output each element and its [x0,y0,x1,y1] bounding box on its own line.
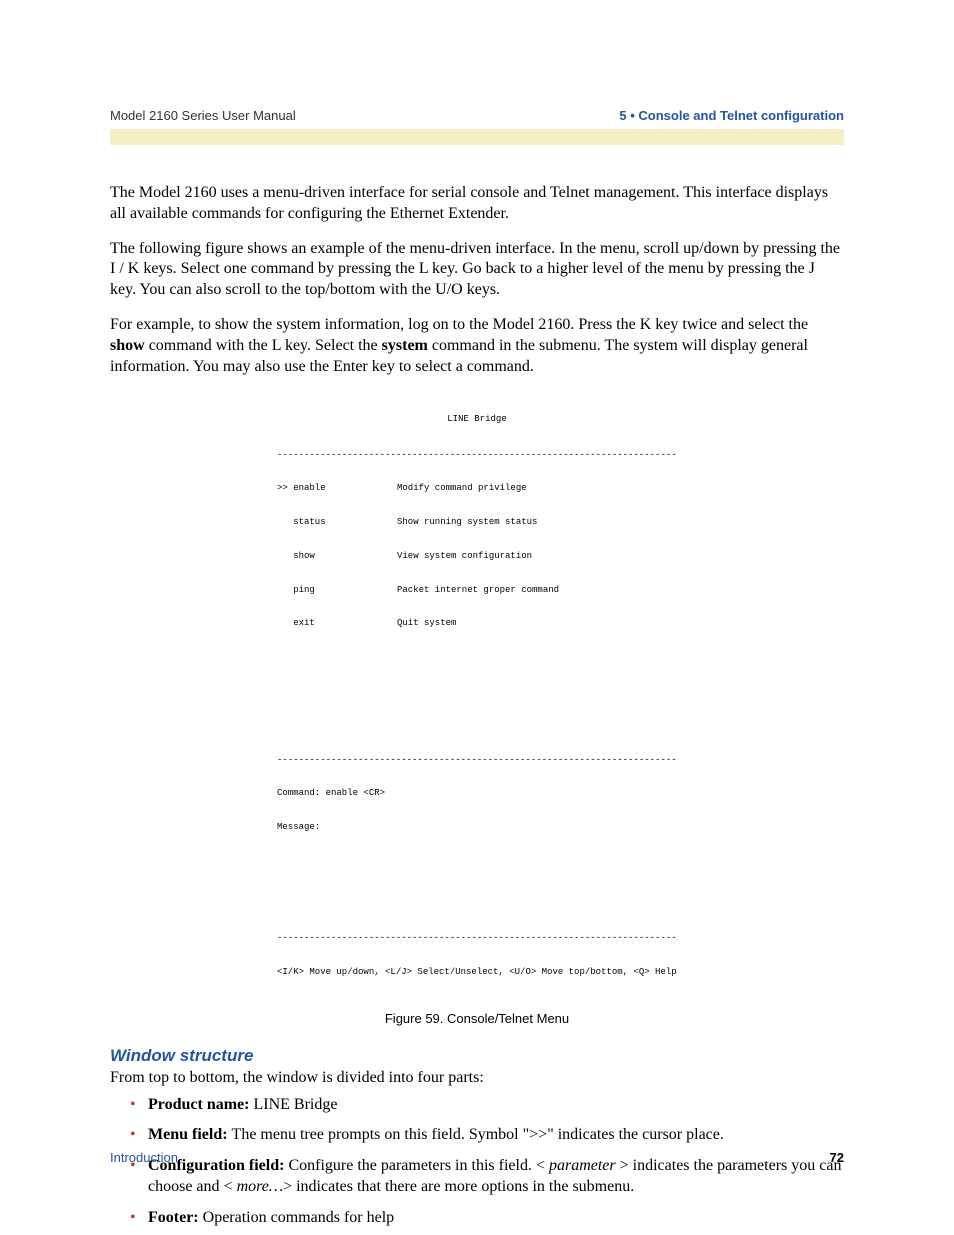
console-row-2: show View system configuration [277,551,677,562]
section-intro: From top to bottom, the window is divide… [110,1068,844,1089]
p3-system-bold: system [382,337,428,354]
console-dash-mid: ----------------------------------------… [277,755,677,766]
footer-left: Introduction [110,1150,178,1165]
console-row-1: status Show running system status [277,517,677,528]
bullet-value: LINE Bridge [253,1096,337,1113]
footer-page-number: 72 [830,1150,844,1165]
bullet-value: The menu tree prompts on this field. Sym… [232,1126,724,1143]
p3-show-bold: show [110,337,145,354]
console-row-left: show [277,551,397,562]
console-row-left: status [277,517,397,528]
console-spacer-2 [277,856,677,911]
console-box: LINE Bridge ----------------------------… [277,391,677,1001]
bullet-more: more… [237,1178,284,1195]
console-footer-help: <I/K> Move up/down, <L/J> Select/Unselec… [277,967,677,978]
bullet-product-name: Product name: LINE Bridge [130,1095,844,1116]
console-spacer-1 [277,652,677,732]
console-row-right: View system configuration [397,551,677,562]
bullet-value: Operation commands for help [203,1209,395,1226]
console-row-3: ping Packet internet groper command [277,585,677,596]
bullet-text-c: > indicates that there are more options … [283,1178,634,1195]
console-row-left: exit [277,618,397,629]
bullet-label: Menu field: [148,1126,232,1143]
p3-text-a: For example, to show the system informat… [110,316,808,333]
console-figure: LINE Bridge ----------------------------… [110,391,844,1026]
console-row-right: Show running system status [397,517,677,528]
page: Model 2160 Series User Manual 5 • Consol… [0,0,954,1235]
console-row-left: >> enable [277,483,397,494]
figure-caption: Figure 59. Console/Telnet Menu [110,1011,844,1026]
bullet-label: Footer: [148,1209,203,1226]
p3-text-c: command with the L key. Select the [145,337,382,354]
console-title: LINE Bridge [277,414,677,425]
bullet-menu-field: Menu field: The menu tree prompts on thi… [130,1125,844,1146]
paragraph-2: The following figure shows an example of… [110,239,844,301]
console-message-line: Message: [277,822,677,833]
console-row-left: ping [277,585,397,596]
console-command-line: Command: enable <CR> [277,788,677,799]
console-dash-bot: ----------------------------------------… [277,933,677,944]
page-footer: Introduction 72 [110,1150,844,1165]
console-row-right: Quit system [397,618,677,629]
paragraph-3: For example, to show the system informat… [110,315,844,377]
bullet-footer: Footer: Operation commands for help [130,1208,844,1229]
header-left: Model 2160 Series User Manual [110,108,296,123]
section-heading: Window structure [110,1046,844,1066]
header-bar [110,129,844,145]
header-right: 5 • Console and Telnet configuration [619,108,844,123]
bullet-label: Product name: [148,1096,253,1113]
console-row-right: Modify command privilege [397,483,677,494]
paragraph-1: The Model 2160 uses a menu-driven interf… [110,183,844,225]
console-dash-top: ----------------------------------------… [277,450,677,461]
console-row-right: Packet internet groper command [397,585,677,596]
console-row-0: >> enable Modify command privilege [277,483,677,494]
console-row-4: exit Quit system [277,618,677,629]
page-header: Model 2160 Series User Manual 5 • Consol… [110,108,844,123]
